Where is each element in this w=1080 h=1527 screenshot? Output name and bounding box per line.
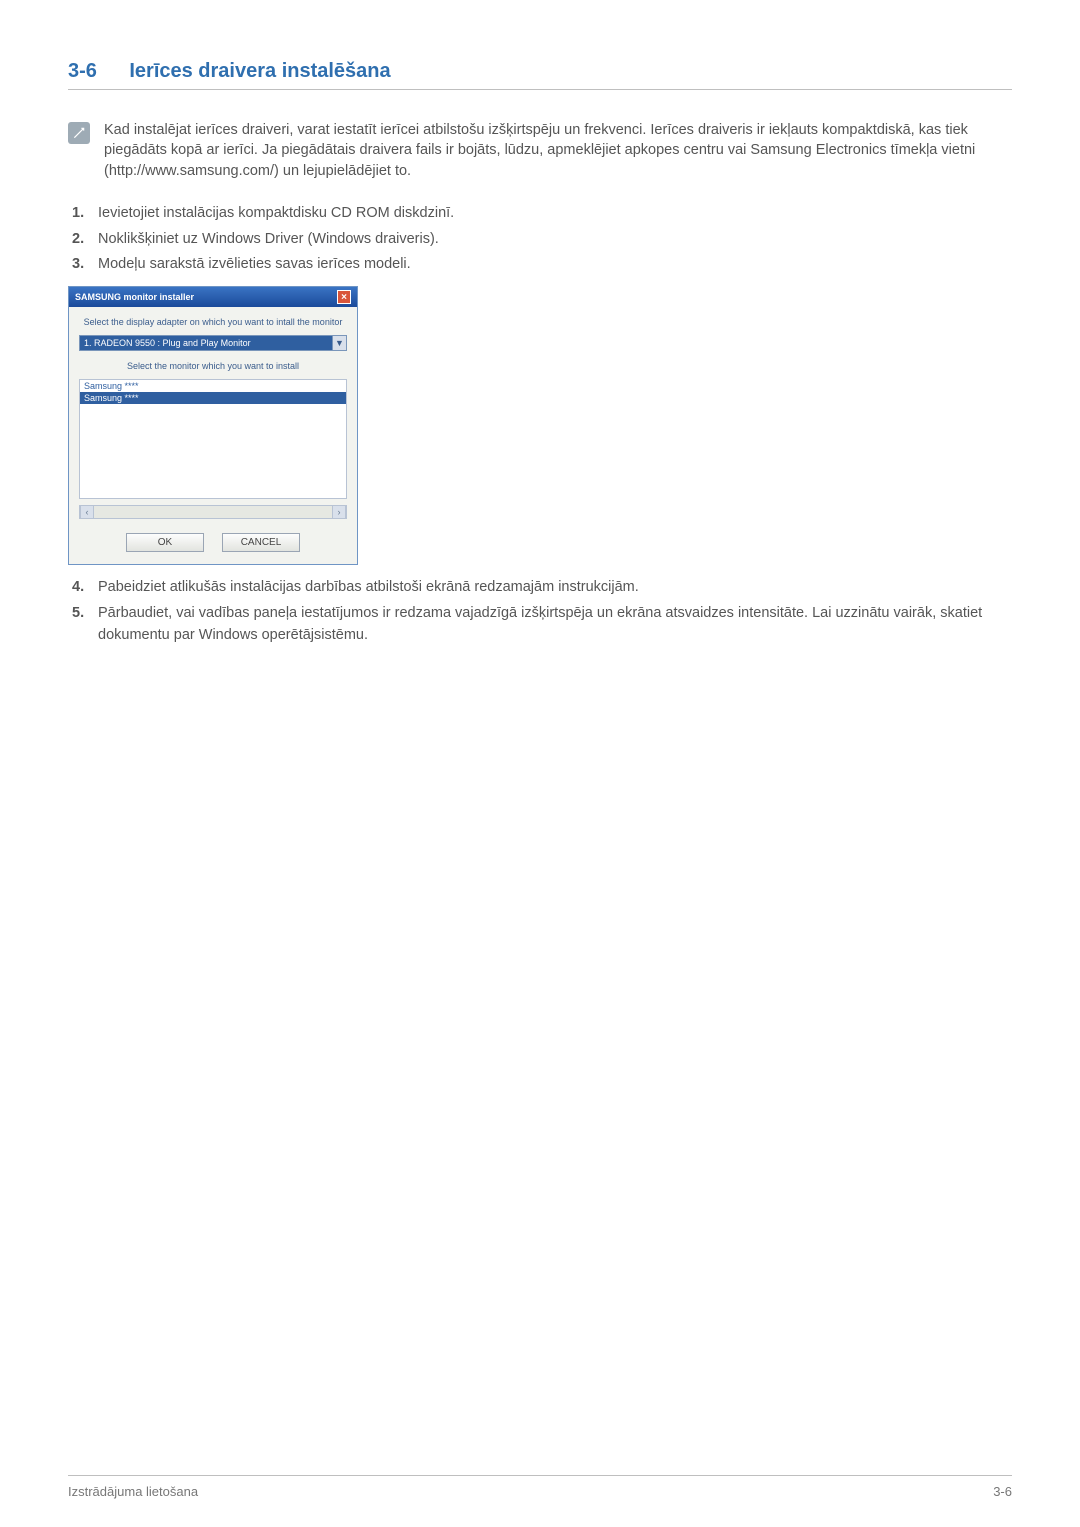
step-item: Ievietojiet instalācijas kompaktdisku CD… <box>68 203 1012 225</box>
list-item[interactable]: Samsung **** <box>80 392 346 404</box>
installer-dialog: SAMSUNG monitor installer × Select the d… <box>68 286 358 565</box>
scroll-left-icon[interactable]: ‹ <box>80 506 94 518</box>
section-title: Ierīces draivera instalēšana <box>129 60 390 83</box>
footer-left: Izstrādājuma lietošana <box>68 1484 198 1499</box>
monitor-list[interactable]: Samsung **** Samsung **** <box>79 379 347 499</box>
footer-right: 3-6 <box>993 1484 1012 1499</box>
adapter-select-value: 1. RADEON 9550 : Plug and Play Monitor <box>80 336 332 350</box>
horizontal-scrollbar[interactable]: ‹ › <box>79 505 347 519</box>
dialog-button-row: OK CANCEL <box>79 533 347 552</box>
note-icon <box>68 122 90 144</box>
note-block: Kad instalējat ierīces draiveri, varat i… <box>68 120 1012 181</box>
dialog-titlebar: SAMSUNG monitor installer × <box>69 287 357 307</box>
step-item: Noklikšķiniet uz Windows Driver (Windows… <box>68 229 1012 251</box>
step-item: Pārbaudiet, vai vadības paneļa iestatīju… <box>68 603 1012 647</box>
adapter-label: Select the display adapter on which you … <box>79 317 347 327</box>
step-item: Modeļu sarakstā izvēlieties savas ierīce… <box>68 254 1012 276</box>
dialog-title-text: SAMSUNG monitor installer <box>75 292 194 302</box>
steps-list-b: Pabeidziet atlikušās instalācijas darbīb… <box>68 577 1012 646</box>
step-item: Pabeidziet atlikušās instalācijas darbīb… <box>68 577 1012 599</box>
dialog-body: Select the display adapter on which you … <box>69 307 357 564</box>
chevron-down-icon[interactable]: ▼ <box>332 336 346 350</box>
section-heading: 3-6 Ierīces draivera instalēšana <box>68 60 1012 90</box>
page-footer: Izstrādājuma lietošana 3-6 <box>68 1475 1012 1499</box>
scroll-right-icon[interactable]: › <box>332 506 346 518</box>
monitor-label: Select the monitor which you want to ins… <box>79 361 347 371</box>
close-icon[interactable]: × <box>337 290 351 304</box>
adapter-select[interactable]: 1. RADEON 9550 : Plug and Play Monitor ▼ <box>79 335 347 351</box>
ok-button[interactable]: OK <box>126 533 204 552</box>
section-number: 3-6 <box>68 60 97 83</box>
steps-list-a: Ievietojiet instalācijas kompaktdisku CD… <box>68 203 1012 276</box>
list-item[interactable]: Samsung **** <box>80 380 346 392</box>
cancel-button[interactable]: CANCEL <box>222 533 300 552</box>
note-text: Kad instalējat ierīces draiveri, varat i… <box>104 120 1012 181</box>
